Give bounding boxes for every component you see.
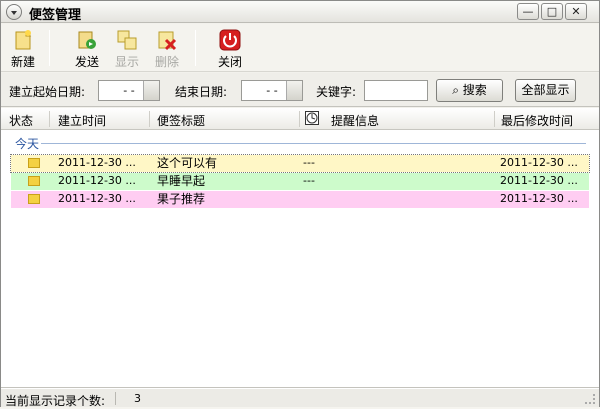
column-header-title[interactable]: 便签标题 bbox=[157, 112, 205, 129]
group-label-today[interactable]: 今天 bbox=[15, 135, 39, 152]
delete-icon bbox=[158, 31, 177, 51]
note-icon bbox=[28, 158, 40, 168]
table-row[interactable]: 2011-12-30 ... 这个可以有 --- 2011-12-30 ... bbox=[10, 154, 590, 173]
start-date-label: 建立起始日期: bbox=[9, 85, 86, 99]
chevron-down-icon[interactable] bbox=[143, 81, 159, 100]
close-button-label: 关闭 bbox=[217, 55, 242, 69]
show-button[interactable]: 显示 bbox=[107, 27, 147, 69]
column-header-modified[interactable]: 最后修改时间 bbox=[501, 112, 573, 129]
toolbar-separator bbox=[195, 30, 196, 66]
column-divider[interactable] bbox=[49, 111, 50, 127]
notes-table: 状态 建立时间 便签标题 提醒信息 最后修改时间 今天 2011-12-30 .… bbox=[1, 108, 599, 388]
toolbar-separator bbox=[49, 30, 50, 66]
modified-cell: 2011-12-30 ... bbox=[500, 192, 578, 205]
system-menu-icon[interactable] bbox=[6, 4, 22, 20]
record-count-label: 当前显示记录个数: bbox=[5, 394, 106, 408]
search-button-label: 搜索 bbox=[462, 83, 487, 97]
window-title: 便签管理 bbox=[29, 8, 82, 23]
created-cell: 2011-12-30 ... bbox=[58, 174, 136, 187]
record-count-value: 3 bbox=[134, 392, 141, 405]
close-button[interactable]: 关闭 bbox=[210, 27, 250, 69]
status-bar: 当前显示记录个数: 3 bbox=[1, 388, 599, 408]
show-notes-icon bbox=[117, 30, 137, 50]
reminder-cell: --- bbox=[303, 174, 315, 187]
title-bar: 便签管理 — □ ✕ bbox=[1, 1, 599, 23]
show-button-label: 显示 bbox=[114, 55, 139, 69]
end-date-label: 结束日期: bbox=[175, 85, 228, 99]
send-button-label: 发送 bbox=[74, 55, 99, 69]
modified-cell: 2011-12-30 ... bbox=[500, 174, 578, 187]
reminder-cell: --- bbox=[303, 156, 315, 169]
created-cell: 2011-12-30 ... bbox=[58, 156, 136, 169]
column-divider[interactable] bbox=[299, 111, 300, 127]
modified-cell: 2011-12-30 ... bbox=[500, 156, 578, 169]
send-button[interactable]: 发送 bbox=[67, 27, 107, 69]
note-icon bbox=[28, 194, 40, 204]
toolbar: 新建 发送 显示 删除 关闭 bbox=[1, 24, 599, 72]
column-divider[interactable] bbox=[149, 111, 150, 127]
column-divider[interactable] bbox=[494, 111, 495, 127]
column-header-reminder[interactable]: 提醒信息 bbox=[331, 112, 379, 129]
clock-icon bbox=[305, 111, 319, 128]
group-divider bbox=[41, 143, 586, 144]
maximize-button[interactable]: □ bbox=[541, 3, 563, 20]
keyword-label: 关键字: bbox=[316, 85, 357, 99]
filter-bar: 建立起始日期: - - 结束日期: - - 关键字: ⌕ 搜索 全部显示 bbox=[1, 73, 599, 107]
power-icon bbox=[219, 29, 241, 51]
title-cell: 果子推荐 bbox=[157, 192, 206, 206]
table-row[interactable]: 2011-12-30 ... 早睡早起 --- 2011-12-30 ... bbox=[11, 173, 589, 190]
new-button[interactable]: 新建 bbox=[3, 27, 43, 69]
notes-manager-window: 便签管理 — □ ✕ 新建 发送 显示 删除 关闭 建立起始日期: - - 结束… bbox=[0, 0, 600, 408]
start-date-picker[interactable]: - - bbox=[98, 80, 160, 101]
send-icon bbox=[78, 31, 96, 49]
new-note-icon bbox=[15, 30, 32, 50]
minimize-button[interactable]: — bbox=[517, 3, 539, 20]
delete-button-label: 删除 bbox=[154, 55, 179, 69]
new-button-label: 新建 bbox=[10, 55, 35, 69]
delete-button[interactable]: 删除 bbox=[147, 27, 187, 69]
table-row[interactable]: 2011-12-30 ... 果子推荐 2011-12-30 ... bbox=[11, 191, 589, 208]
column-header-created[interactable]: 建立时间 bbox=[58, 112, 106, 129]
close-window-button[interactable]: ✕ bbox=[565, 3, 587, 20]
table-header: 状态 建立时间 便签标题 提醒信息 最后修改时间 bbox=[1, 108, 599, 130]
keyword-input[interactable] bbox=[364, 80, 428, 101]
search-button[interactable]: ⌕ 搜索 bbox=[436, 79, 503, 102]
column-header-status[interactable]: 状态 bbox=[9, 112, 33, 129]
resize-grip[interactable] bbox=[585, 394, 595, 404]
search-icon: ⌕ bbox=[452, 83, 459, 97]
note-icon bbox=[28, 176, 40, 186]
chevron-down-icon[interactable] bbox=[286, 81, 302, 100]
end-date-value: - - bbox=[266, 84, 278, 97]
show-all-button[interactable]: 全部显示 bbox=[515, 79, 576, 102]
title-cell: 早睡早起 bbox=[157, 174, 206, 188]
title-cell: 这个可以有 bbox=[157, 156, 218, 170]
status-divider bbox=[115, 392, 116, 405]
end-date-picker[interactable]: - - bbox=[241, 80, 303, 101]
start-date-value: - - bbox=[123, 84, 135, 97]
created-cell: 2011-12-30 ... bbox=[58, 192, 136, 205]
